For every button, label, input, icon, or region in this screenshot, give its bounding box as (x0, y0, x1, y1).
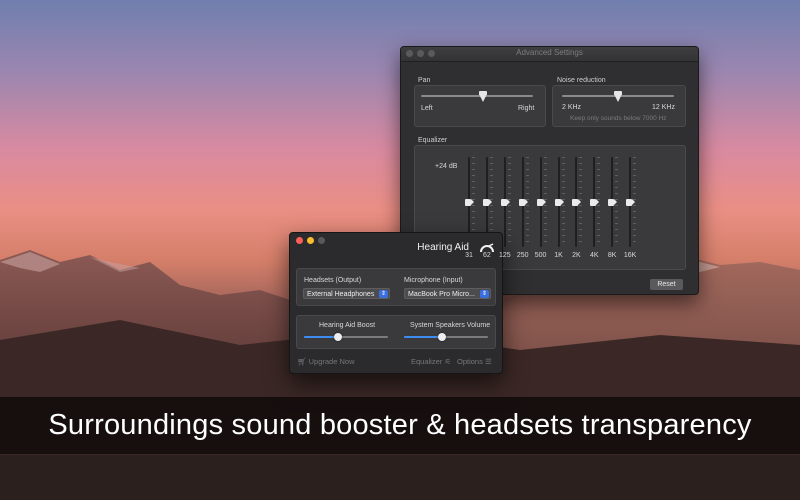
boost-slider-fill (304, 336, 338, 338)
advanced-titlebar[interactable]: Advanced Settings (401, 47, 698, 62)
select-stepper-icon: ⇕ (480, 290, 489, 298)
window-title: Advanced Settings (516, 48, 583, 57)
eq-band-knob[interactable] (608, 198, 618, 206)
headsets-select[interactable]: External Headphones ⇕ (303, 288, 390, 299)
eq-band-knob[interactable] (482, 198, 492, 206)
headsets-select-value: External Headphones (307, 291, 375, 298)
speakers-slider[interactable] (404, 336, 488, 338)
eq-max-db-label: +24 dB (435, 163, 458, 170)
headsets-label: Headsets (Output) (304, 277, 362, 284)
equalizer-button[interactable]: Equalizer ⚟ (411, 357, 451, 366)
cart-icon: 🛒︎ (297, 357, 307, 366)
boost-slider-knob[interactable] (333, 333, 342, 341)
noise-reduction-label: Noise reduction (557, 77, 606, 84)
eq-band-knob[interactable] (590, 198, 600, 206)
pan-slider-thumb[interactable] (478, 91, 487, 102)
eq-band-knob[interactable] (554, 198, 564, 206)
pan-left-label: Left (421, 105, 433, 112)
boost-slider[interactable] (304, 336, 388, 338)
noise-max-label: 12 KHz (652, 104, 675, 111)
pan-label: Pan (418, 77, 431, 84)
caption-text: Surroundings sound booster & headsets tr… (48, 409, 752, 441)
pan-right-label: Right (518, 105, 535, 112)
menu-icon: ☰ (484, 357, 492, 366)
volumes-group (296, 315, 496, 349)
close-button[interactable] (296, 237, 303, 244)
speakers-label: System Speakers Volume (410, 322, 491, 329)
speakers-slider-fill (404, 336, 442, 338)
eq-band-knob[interactable] (626, 198, 636, 206)
microphone-select-value: MacBook Pro Micro... (408, 291, 475, 298)
zoom-button[interactable] (318, 237, 325, 244)
devices-group (296, 268, 496, 306)
eq-band-knob[interactable] (572, 198, 582, 206)
upgrade-now-label: Upgrade Now (308, 357, 355, 366)
noise-slider-thumb[interactable] (614, 91, 622, 102)
eq-band-label: 16K (623, 252, 637, 259)
options-button[interactable]: Options ☰ (457, 357, 492, 366)
pan-slider-track[interactable] (421, 95, 533, 97)
minimize-button[interactable] (307, 237, 314, 244)
noise-hint: Keep only sounds below 7000 Hz (570, 115, 667, 122)
microphone-select[interactable]: MacBook Pro Micro... ⇕ (404, 288, 491, 299)
noise-min-label: 2 KHz (562, 104, 582, 111)
speakers-slider-knob[interactable] (437, 333, 446, 341)
microphone-label: Microphone (Input) (404, 277, 463, 284)
caption-band: Surroundings sound booster & headsets tr… (0, 397, 800, 454)
reset-button[interactable]: Reset (650, 279, 683, 290)
boost-label: Hearing Aid Boost (319, 322, 376, 329)
eq-band-knob[interactable] (500, 198, 510, 206)
eq-band-knob[interactable] (465, 198, 474, 206)
sliders-icon: ⚟ (444, 357, 452, 366)
select-stepper-icon: ⇕ (379, 290, 388, 298)
equalizer-button-label: Equalizer (411, 357, 443, 366)
eq-band-knob[interactable] (536, 198, 546, 206)
window-controls (296, 237, 325, 244)
upgrade-now-button[interactable]: 🛒︎ Upgrade Now (297, 357, 354, 366)
equalizer-label: Equalizer (418, 137, 448, 144)
options-button-label: Options (457, 357, 483, 366)
eq-band-knob[interactable] (518, 198, 528, 206)
